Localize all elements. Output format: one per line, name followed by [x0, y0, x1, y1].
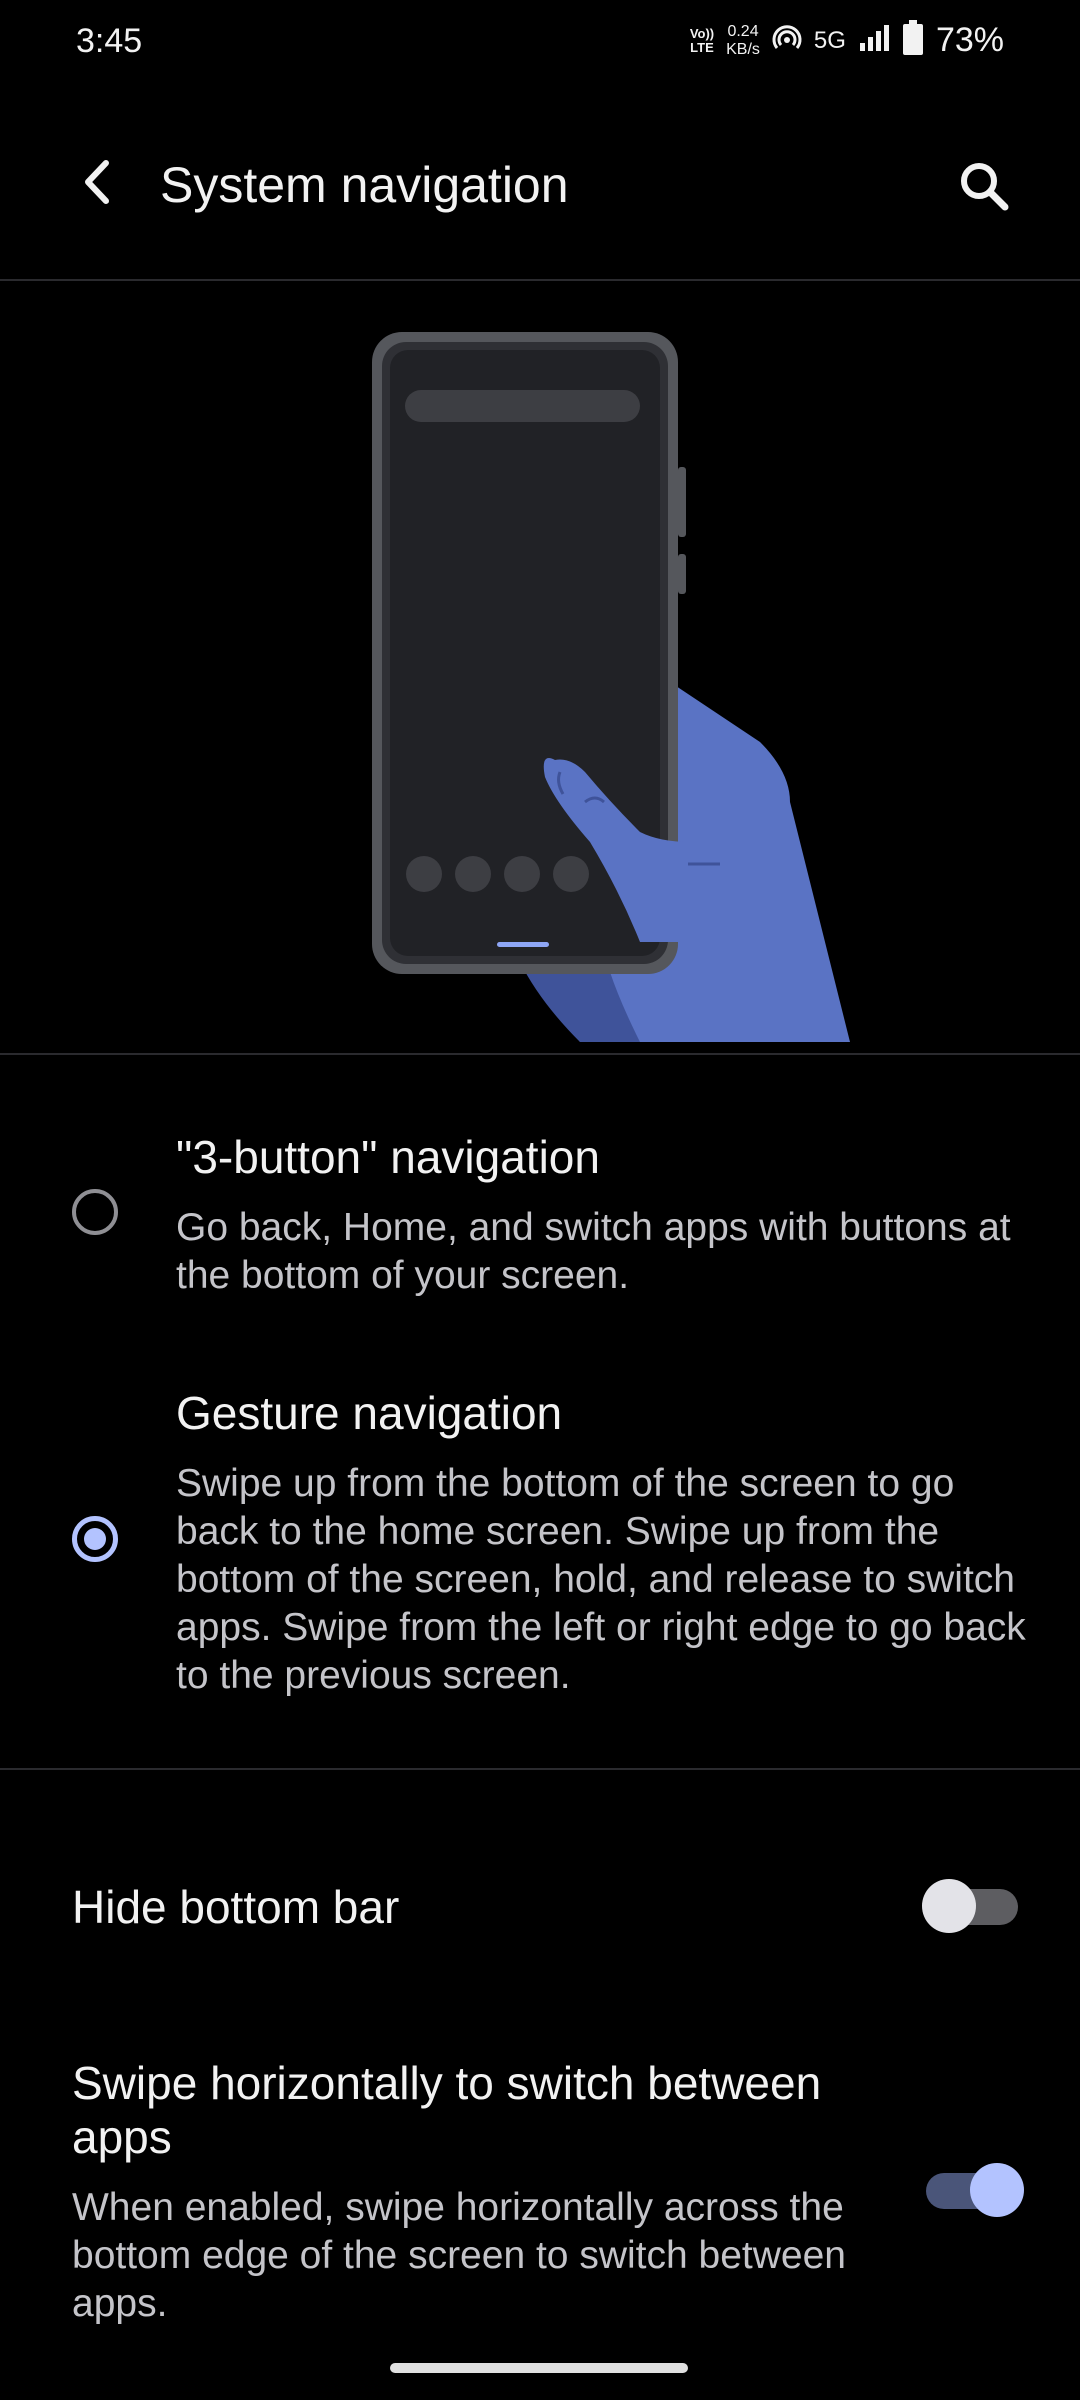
swipe-horizontally-toggle[interactable]	[922, 2163, 1024, 2217]
volte-indicator: Vo)) LTE	[689, 25, 715, 55]
gesture-illustration	[0, 282, 1080, 1052]
hotspot-icon	[772, 23, 802, 58]
divider	[0, 279, 1080, 281]
app-bar: System navigation	[0, 110, 1080, 260]
back-button[interactable]	[60, 146, 136, 222]
option-title: "3-button" navigation	[176, 1131, 600, 1183]
hide-bottom-bar-toggle[interactable]	[922, 1879, 1018, 1933]
option-title: Gesture navigation	[176, 1387, 563, 1439]
radio-selected-dot	[84, 1528, 106, 1550]
network-type: 5G	[813, 26, 846, 54]
search-button[interactable]	[944, 148, 1024, 228]
net-speed: 0.24 KB/s	[726, 22, 760, 58]
arrow-back-icon	[78, 157, 118, 212]
home-indicator[interactable]	[390, 2363, 688, 2373]
setting-title: Hide bottom bar	[72, 1881, 400, 1933]
radio-gesture[interactable]	[72, 1516, 118, 1562]
battery-percent: 73%	[935, 21, 1004, 59]
setting-description: When enabled, swipe horizontally across …	[72, 2186, 846, 2325]
status-icons: Vo)) LTE 0.24 KB/s 5G 73%	[690, 20, 1004, 61]
radio-three-button[interactable]	[72, 1189, 118, 1235]
page-title: System navigation	[160, 157, 569, 213]
option-description: Swipe up from the bottom of the screen t…	[176, 1462, 1026, 1697]
option-description: Go back, Home, and switch apps with butt…	[176, 1206, 1011, 1297]
divider	[0, 1768, 1080, 1770]
status-bar: 3:45 Vo)) LTE 0.24 KB/s 5G 73%	[0, 0, 1080, 90]
signal-icon	[858, 23, 890, 58]
setting-title: Swipe horizontally to switch between app…	[72, 2057, 822, 2163]
status-time: 3:45	[76, 22, 143, 60]
search-icon	[957, 159, 1011, 218]
battery-icon	[902, 20, 924, 61]
divider	[0, 1053, 1080, 1055]
